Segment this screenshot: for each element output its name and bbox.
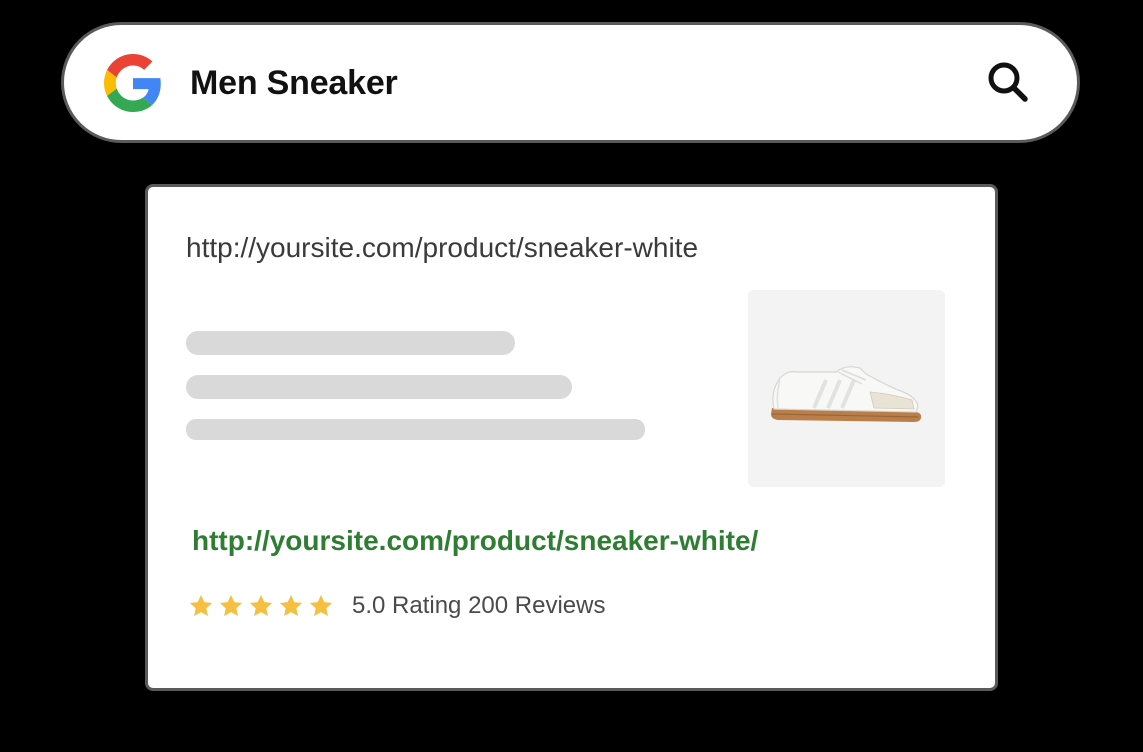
star-rating xyxy=(188,593,338,619)
search-bar[interactable]: Men Sneaker xyxy=(61,22,1080,143)
white-sneaker-image xyxy=(771,366,922,422)
star-icon xyxy=(189,594,213,616)
search-query-text[interactable]: Men Sneaker xyxy=(190,63,398,103)
result-link[interactable]: http://yoursite.com/product/sneaker-whit… xyxy=(192,524,758,558)
star-icon xyxy=(249,594,273,616)
search-result-card: http://yoursite.com/product/sneaker-whit… xyxy=(145,184,998,691)
search-icon[interactable] xyxy=(984,58,1034,108)
star-icon xyxy=(219,594,243,616)
description-placeholder-line xyxy=(186,375,572,399)
rating-row: 5.0 Rating 200 Reviews xyxy=(188,590,605,622)
result-display-url: http://yoursite.com/product/sneaker-whit… xyxy=(186,232,699,263)
stage: Men Sneaker http://yoursite.com/product/… xyxy=(0,0,1143,752)
star-icon xyxy=(309,594,333,616)
description-placeholder-line xyxy=(186,419,645,440)
product-thumbnail[interactable] xyxy=(748,290,945,487)
rating-text: 5.0 Rating 200 Reviews xyxy=(352,592,606,619)
star-icon xyxy=(279,594,303,616)
google-g-icon xyxy=(104,54,161,112)
description-placeholder-line xyxy=(186,331,515,355)
